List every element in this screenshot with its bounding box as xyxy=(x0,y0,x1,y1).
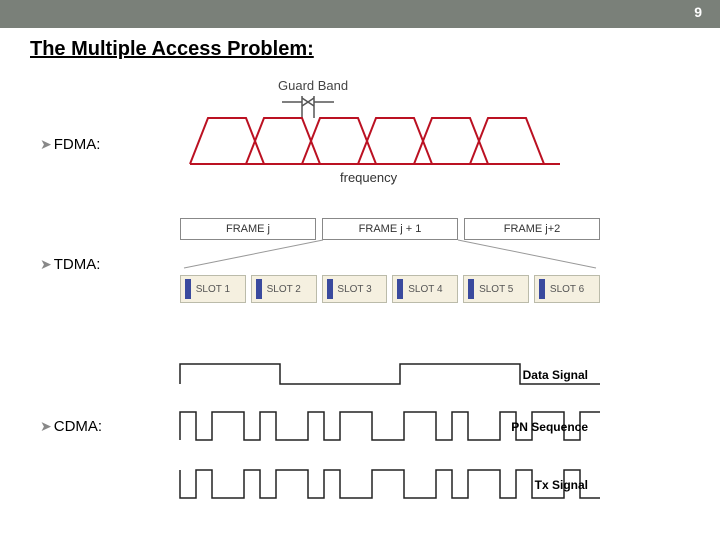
slot-6-label: SLOT 6 xyxy=(550,284,584,295)
frame-j2: FRAME j+2 xyxy=(464,218,600,240)
guard-band-label: Guard Band xyxy=(278,78,348,93)
frame-j: FRAME j xyxy=(180,218,316,240)
bullet-icon: ➤ xyxy=(40,256,52,273)
expansion-lines xyxy=(180,240,600,270)
cdma-label: CDMA: xyxy=(54,418,102,435)
slide-number: 9 xyxy=(694,4,702,20)
slot-3: SLOT 3 xyxy=(322,275,388,303)
slot-3-label: SLOT 3 xyxy=(337,284,371,295)
slot-2: SLOT 2 xyxy=(251,275,317,303)
tdma-slots: SLOT 1 SLOT 2 SLOT 3 SLOT 4 SLOT 5 SLOT … xyxy=(180,275,600,303)
slot-1: SLOT 1 xyxy=(180,275,246,303)
slot-4: SLOT 4 xyxy=(392,275,458,303)
tdma-row: ➤ TDMA: xyxy=(0,256,100,273)
slot-1-label: SLOT 1 xyxy=(196,284,230,295)
slot-6: SLOT 6 xyxy=(534,275,600,303)
frequency-axis-label: frequency xyxy=(340,170,397,185)
cdma-row: ➤ CDMA: xyxy=(0,418,102,435)
bullet-icon: ➤ xyxy=(40,418,52,435)
tdma-diagram: FRAME j FRAME j + 1 FRAME j+2 SLOT 1 SLO… xyxy=(180,218,600,328)
slot-5-label: SLOT 5 xyxy=(479,284,513,295)
fdma-diagram: Guard Band frequency xyxy=(190,78,560,188)
fdma-label: FDMA: xyxy=(54,136,101,153)
data-signal-label: Data Signal xyxy=(523,368,588,382)
page-title: The Multiple Access Problem: xyxy=(0,28,720,65)
slot-2-label: SLOT 2 xyxy=(267,284,301,295)
slide: 9 The Multiple Access Problem: ➤ FDMA: G… xyxy=(0,0,720,540)
tdma-frames: FRAME j FRAME j + 1 FRAME j+2 xyxy=(180,218,600,240)
frame-j1: FRAME j + 1 xyxy=(322,218,458,240)
topbar: 9 xyxy=(0,0,720,28)
cdma-diagram: Data Signal PN Sequence Tx Signal xyxy=(180,350,600,520)
fdma-row: ➤ FDMA: xyxy=(0,136,100,153)
bullet-icon: ➤ xyxy=(40,136,52,153)
tdma-label: TDMA: xyxy=(54,256,101,273)
pn-sequence-label: PN Sequence xyxy=(511,420,588,434)
slot-4-label: SLOT 4 xyxy=(408,284,442,295)
tx-signal-label: Tx Signal xyxy=(535,478,588,492)
slot-5: SLOT 5 xyxy=(463,275,529,303)
